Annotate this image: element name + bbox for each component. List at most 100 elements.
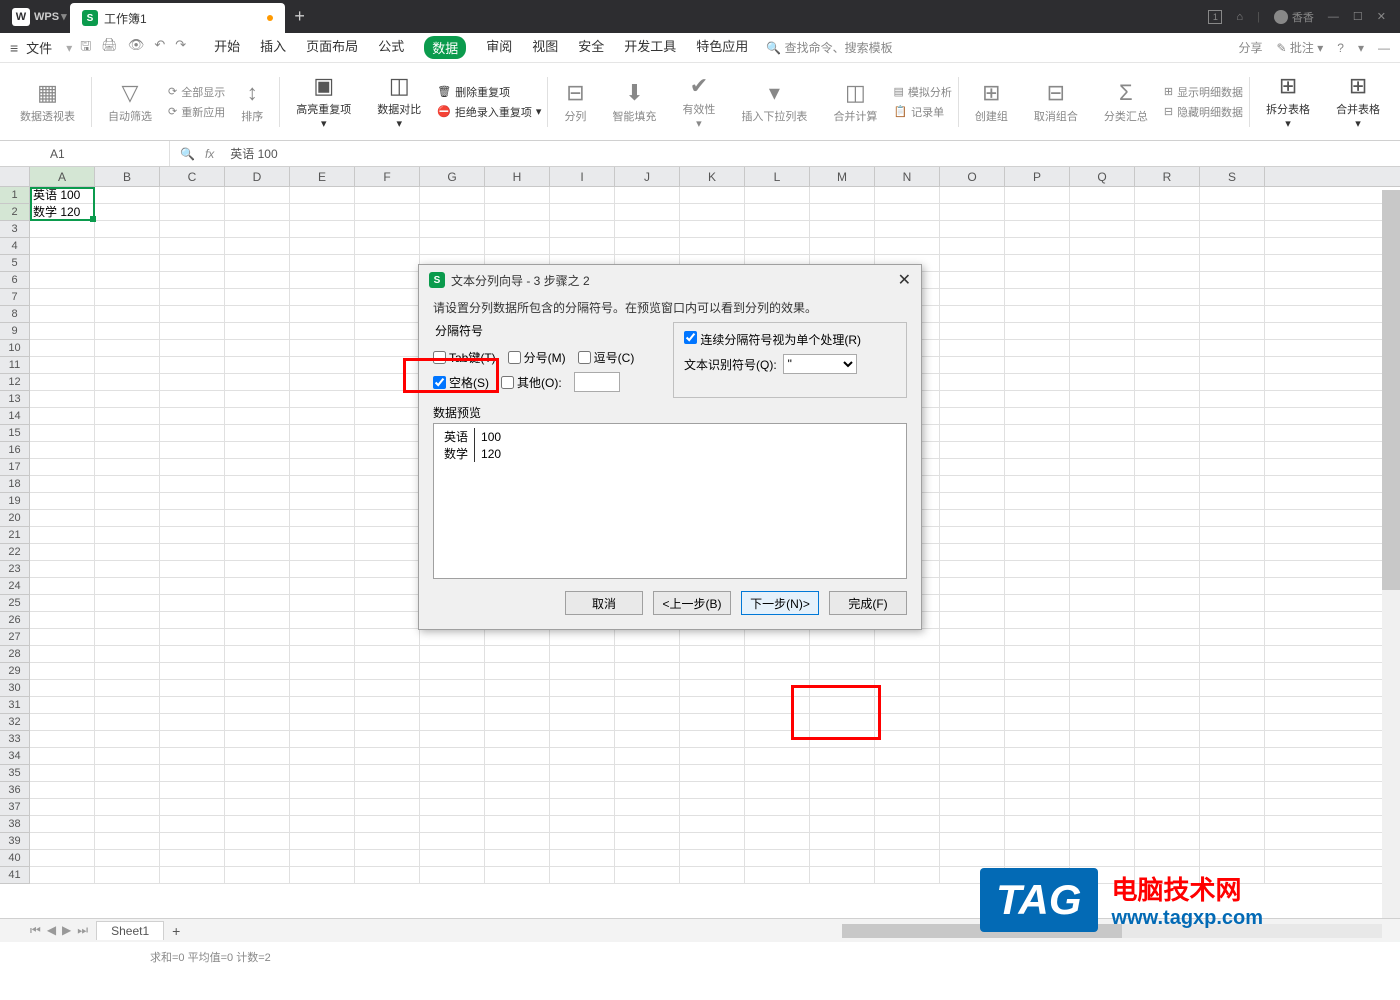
help-icon[interactable]: ? <box>1337 41 1344 55</box>
cell-R28[interactable] <box>1135 646 1200 662</box>
cell-L41[interactable] <box>745 867 810 883</box>
cell-G29[interactable] <box>420 663 485 679</box>
cell-D6[interactable] <box>225 272 290 288</box>
cell-O15[interactable] <box>940 425 1005 441</box>
cell-A21[interactable] <box>30 527 95 543</box>
cell-F39[interactable] <box>355 833 420 849</box>
autofilter-button[interactable]: ▽自动筛选 <box>98 63 162 140</box>
cell-G33[interactable] <box>420 731 485 747</box>
ribbon-tab-0[interactable]: 开始 <box>214 36 240 59</box>
cell-N27[interactable] <box>875 629 940 645</box>
cell-Q23[interactable] <box>1070 561 1135 577</box>
cell-O13[interactable] <box>940 391 1005 407</box>
cell-C5[interactable] <box>160 255 225 271</box>
cell-A11[interactable] <box>30 357 95 373</box>
split-table-button[interactable]: ⊞拆分表格 ▾ <box>1256 63 1320 140</box>
cell-D17[interactable] <box>225 459 290 475</box>
row-header-33[interactable]: 33 <box>0 731 29 748</box>
cell-E41[interactable] <box>290 867 355 883</box>
cell-P16[interactable] <box>1005 442 1070 458</box>
cell-E17[interactable] <box>290 459 355 475</box>
cell-A5[interactable] <box>30 255 95 271</box>
row-header-36[interactable]: 36 <box>0 782 29 799</box>
cell-O32[interactable] <box>940 714 1005 730</box>
cell-H40[interactable] <box>485 850 550 866</box>
row-header-4[interactable]: 4 <box>0 238 29 255</box>
cell-I31[interactable] <box>550 697 615 713</box>
cell-A17[interactable] <box>30 459 95 475</box>
cell-P4[interactable] <box>1005 238 1070 254</box>
cell-R1[interactable] <box>1135 187 1200 203</box>
undo-icon[interactable]: ↶ <box>154 37 165 59</box>
row-header-13[interactable]: 13 <box>0 391 29 408</box>
cell-H38[interactable] <box>485 816 550 832</box>
cell-E35[interactable] <box>290 765 355 781</box>
cell-K34[interactable] <box>680 748 745 764</box>
cell-B23[interactable] <box>95 561 160 577</box>
text-qualifier-select[interactable]: " <box>783 354 857 374</box>
cell-C17[interactable] <box>160 459 225 475</box>
cell-B7[interactable] <box>95 289 160 305</box>
cell-J33[interactable] <box>615 731 680 747</box>
cell-B5[interactable] <box>95 255 160 271</box>
cell-Q7[interactable] <box>1070 289 1135 305</box>
cell-Q27[interactable] <box>1070 629 1135 645</box>
row-header-12[interactable]: 12 <box>0 374 29 391</box>
cell-B26[interactable] <box>95 612 160 628</box>
cell-B14[interactable] <box>95 408 160 424</box>
row-header-31[interactable]: 31 <box>0 697 29 714</box>
cell-O5[interactable] <box>940 255 1005 271</box>
cell-K27[interactable] <box>680 629 745 645</box>
formula-input[interactable]: 英语 100 <box>224 145 277 162</box>
col-header-K[interactable]: K <box>680 167 745 186</box>
cell-C15[interactable] <box>160 425 225 441</box>
cell-D25[interactable] <box>225 595 290 611</box>
cell-G4[interactable] <box>420 238 485 254</box>
select-all-corner[interactable] <box>0 167 30 186</box>
cell-E30[interactable] <box>290 680 355 696</box>
cell-A4[interactable] <box>30 238 95 254</box>
cell-J1[interactable] <box>615 187 680 203</box>
cell-Q30[interactable] <box>1070 680 1135 696</box>
cell-A7[interactable] <box>30 289 95 305</box>
reapply-button[interactable]: ⟳ 重新应用 <box>168 104 225 120</box>
cell-C33[interactable] <box>160 731 225 747</box>
cell-D8[interactable] <box>225 306 290 322</box>
cell-P2[interactable] <box>1005 204 1070 220</box>
row-header-39[interactable]: 39 <box>0 833 29 850</box>
cell-O34[interactable] <box>940 748 1005 764</box>
cell-R15[interactable] <box>1135 425 1200 441</box>
cell-D11[interactable] <box>225 357 290 373</box>
cell-H41[interactable] <box>485 867 550 883</box>
cell-N2[interactable] <box>875 204 940 220</box>
row-header-41[interactable]: 41 <box>0 867 29 884</box>
home-icon[interactable]: ⌂ <box>1236 11 1243 23</box>
cell-O12[interactable] <box>940 374 1005 390</box>
cell-B6[interactable] <box>95 272 160 288</box>
cell-H34[interactable] <box>485 748 550 764</box>
cell-C16[interactable] <box>160 442 225 458</box>
cell-C29[interactable] <box>160 663 225 679</box>
cell-F36[interactable] <box>355 782 420 798</box>
row-header-21[interactable]: 21 <box>0 527 29 544</box>
cell-D9[interactable] <box>225 323 290 339</box>
cell-F20[interactable] <box>355 510 420 526</box>
cell-F31[interactable] <box>355 697 420 713</box>
cell-S33[interactable] <box>1200 731 1265 747</box>
cell-I38[interactable] <box>550 816 615 832</box>
cell-P7[interactable] <box>1005 289 1070 305</box>
cell-P5[interactable] <box>1005 255 1070 271</box>
col-header-R[interactable]: R <box>1135 167 1200 186</box>
cell-D41[interactable] <box>225 867 290 883</box>
cell-E4[interactable] <box>290 238 355 254</box>
cell-S12[interactable] <box>1200 374 1265 390</box>
cell-L2[interactable] <box>745 204 810 220</box>
cell-A15[interactable] <box>30 425 95 441</box>
cell-D1[interactable] <box>225 187 290 203</box>
cell-M37[interactable] <box>810 799 875 815</box>
cell-F16[interactable] <box>355 442 420 458</box>
cell-H2[interactable] <box>485 204 550 220</box>
zoom-icon[interactable]: 🔍 <box>180 147 195 161</box>
col-header-L[interactable]: L <box>745 167 810 186</box>
cell-E2[interactable] <box>290 204 355 220</box>
